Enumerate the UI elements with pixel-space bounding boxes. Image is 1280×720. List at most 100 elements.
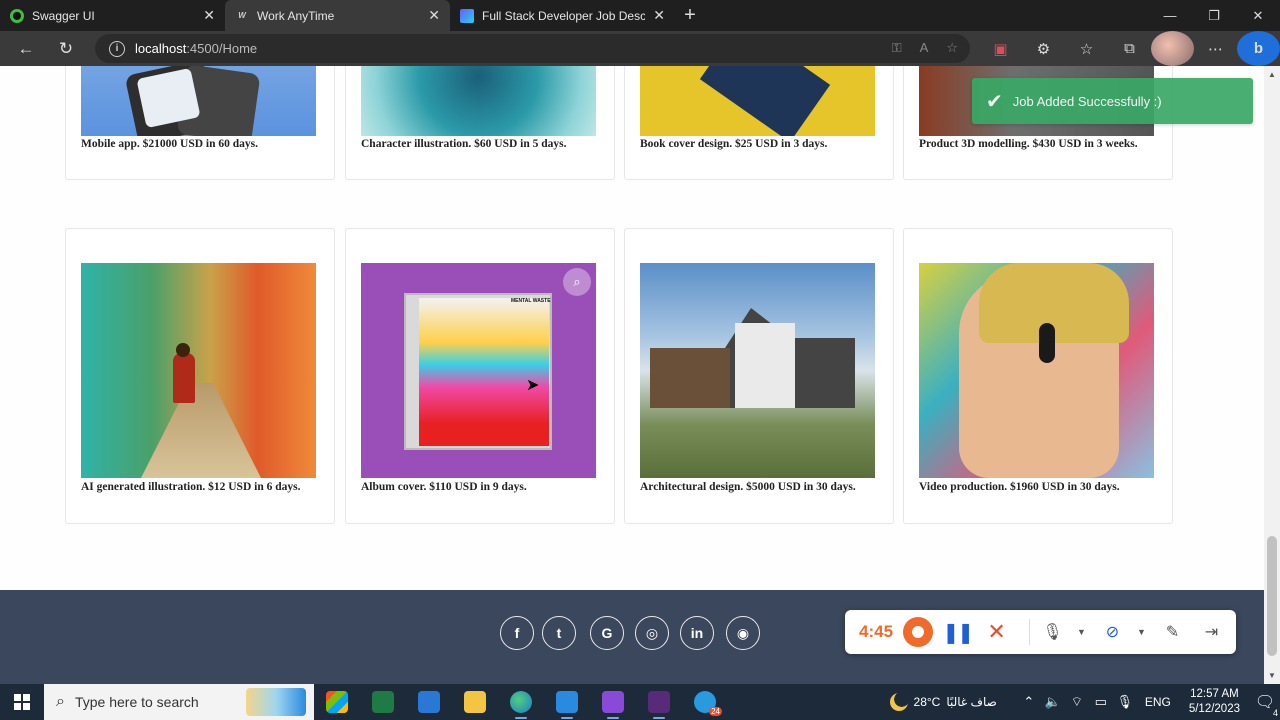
tab-title: Full Stack Developer Job Description [482,8,646,23]
github-icon[interactable]: ◉ [726,616,760,650]
url-host: localhost [135,41,187,56]
battery-icon[interactable]: ▭ [1089,694,1113,710]
address-bar[interactable]: i localhost:4500/Home ⚿ A ☆ [95,34,970,63]
instagram-icon[interactable]: ◎ [635,616,669,650]
job-caption: AI generated illustration. $12 USD in 6 … [81,481,301,493]
job-card[interactable]: Video production. $1960 USD in 30 days. [903,228,1173,524]
file-explorer-icon[interactable] [452,684,498,720]
mail-icon[interactable] [406,684,452,720]
job-card[interactable]: MENTAL WASTE ⌕ ➤ Album cover. $110 USD i… [345,228,615,524]
profile-avatar[interactable] [1151,31,1194,66]
facebook-icon[interactable]: f [500,616,534,650]
cancel-recording-button[interactable]: ✕ [982,616,1011,648]
microphone-tray-icon[interactable]: 🎙 [1113,694,1137,710]
clock[interactable]: 12:57 AM 5/12/2023 [1189,687,1240,717]
webcam-off-icon[interactable]: ⊘ [1098,616,1127,648]
collapse-icon[interactable]: ⇥ [1197,616,1226,648]
divider [1029,619,1030,645]
url-path: :4500/Home [186,41,258,56]
notification-center-icon[interactable]: 🗨 4 [1250,692,1280,718]
vscode-icon[interactable] [544,684,590,720]
microsoft-store-icon[interactable] [314,684,360,720]
back-button[interactable]: ← [8,33,44,65]
job-image-character-illustration [361,66,596,136]
weather-condition: صاف غالبًا [946,695,997,709]
bing-button[interactable]: b [1237,31,1280,66]
job-card[interactable]: Mobile app. $21000 USD in 60 days. [65,66,335,180]
job-card[interactable]: AI generated illustration. $12 USD in 6 … [65,228,335,524]
visual-studio-icon[interactable] [590,684,636,720]
start-button[interactable] [0,684,44,720]
clock-time: 12:57 AM [1190,688,1239,700]
checkmark-icon: ✔ [986,90,1003,113]
pause-button[interactable]: ❚❚ [943,616,974,648]
network-icon[interactable]: ⌔ [1065,694,1089,710]
key-icon[interactable]: ⚿ [892,40,902,56]
job-card[interactable]: Architectural design. $5000 USD in 30 da… [624,228,894,524]
chevron-up-icon[interactable]: ⌃ [1017,694,1041,710]
close-tab-icon[interactable]: ✕ [428,7,440,24]
twitter-icon[interactable]: t [542,616,576,650]
page-scrollbar[interactable]: ▲ ▼ [1264,66,1280,684]
restore-button[interactable]: ❐ [1192,0,1236,31]
album-sticker-text: MENTAL WASTE [511,298,551,304]
weather-temperature: 28°C [913,695,941,709]
window-controls: — ❐ ✕ [1148,0,1280,31]
record-button[interactable] [902,616,933,648]
minimize-button[interactable]: — [1148,0,1192,31]
extensions-icon[interactable]: ⚙ [1022,31,1065,66]
browser-toolbar: ← ↻ i localhost:4500/Home ⚿ A ☆ ▣ ⚙ ☆ ⧉ … [0,31,1280,66]
collections-icon[interactable]: ⧉ [1108,31,1151,66]
close-tab-icon[interactable]: ✕ [203,7,215,24]
work-anytime-icon: W [238,11,246,20]
job-caption: Album cover. $110 USD in 9 days. [361,481,527,493]
volume-icon[interactable]: 🔈 [1041,694,1065,710]
read-aloud-icon[interactable]: A [920,40,929,56]
microphone-icon[interactable]: 🎙 [1038,616,1067,648]
job-image-video-production [919,263,1154,478]
windows-logo-icon [14,694,30,710]
job-card[interactable]: Character illustration. $60 USD in 5 day… [345,66,615,180]
scroll-down-icon[interactable]: ▼ [1268,671,1276,680]
job-card[interactable]: Book cover design. $25 USD in 3 days. [624,66,894,180]
scrollbar-thumb[interactable] [1267,536,1277,656]
close-tab-icon[interactable]: ✕ [653,7,665,24]
notification-count: 4 [1272,708,1278,718]
job-image-mobile-app [81,66,316,136]
language-indicator[interactable]: ENG [1145,695,1171,709]
refresh-button[interactable]: ↻ [48,33,84,65]
weather-widget[interactable]: 28°C صاف غالبًا [889,693,997,711]
add-favorite-icon[interactable]: ☆ [946,40,958,56]
taskbar-search[interactable]: ⌕ Type here to search [44,684,314,720]
edge-icon[interactable] [498,684,544,720]
new-tab-button[interactable]: + [675,0,705,31]
close-window-button[interactable]: ✕ [1236,0,1280,31]
scroll-up-icon[interactable]: ▲ [1268,70,1276,79]
linkedin-icon[interactable]: in [680,616,714,650]
job-caption: Architectural design. $5000 USD in 30 da… [640,481,856,493]
job-caption: Product 3D modelling. $430 USD in 3 week… [919,138,1138,150]
draw-pen-icon[interactable]: ✎ [1158,616,1187,648]
more-menu-icon[interactable]: ⋯ [1194,31,1237,66]
tab-job-description[interactable]: Full Stack Developer Job Description ✕ [450,0,675,31]
job-image-book-cover [640,66,875,136]
app-badge: 24 [709,707,722,716]
favorites-icon[interactable]: ☆ [1065,31,1108,66]
system-tray: 28°C صاف غالبًا ⌃ 🔈 ⌔ ▭ 🎙 ENG 12:57 AM 5… [889,684,1280,720]
google-icon[interactable]: G [590,616,624,650]
tab-title: Work AnyTime [257,8,335,23]
edge-beta-icon[interactable]: 24 [682,684,728,720]
tab-swagger-ui[interactable]: ⬤ Swagger UI ✕ [0,0,225,31]
info-icon[interactable]: i [109,40,125,57]
tab-title: Swagger UI [32,8,95,23]
success-toast[interactable]: ✔ Job Added Successfully :) [972,78,1253,124]
chevron-down-icon[interactable]: ▼ [1077,627,1086,637]
tab-work-anytime[interactable]: W Work AnyTime ✕ [225,0,450,31]
browser-tab-bar: ⬤ Swagger UI ✕ W Work AnyTime ✕ Full Sta… [0,0,1280,31]
excel-icon[interactable] [360,684,406,720]
visual-search-icon[interactable]: ⌕ [563,268,591,296]
terminal-icon[interactable] [636,684,682,720]
chevron-down-icon[interactable]: ▼ [1137,627,1146,637]
extension-icon[interactable]: ▣ [979,31,1022,66]
screen-recorder-widget: 4:45 ❚❚ ✕ 🎙 ▼ ⊘ ▼ ✎ ⇥ [845,610,1236,654]
